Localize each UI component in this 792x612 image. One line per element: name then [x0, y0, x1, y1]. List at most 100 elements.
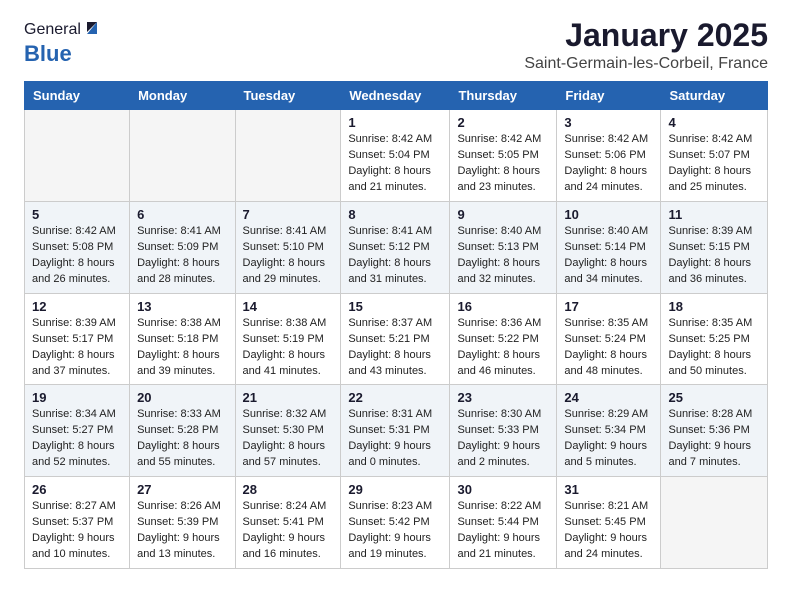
day-number: 28 — [243, 482, 334, 497]
calendar-day-cell — [661, 477, 768, 569]
day-number: 26 — [32, 482, 122, 497]
calendar-week-row: 5 Sunrise: 8:42 AMSunset: 5:08 PMDaylight… — [25, 201, 768, 293]
day-info: Sunrise: 8:38 AMSunset: 5:18 PMDaylight:… — [137, 316, 227, 380]
day-number: 2 — [457, 115, 549, 130]
logo-icon — [83, 18, 101, 36]
day-info: Sunrise: 8:30 AMSunset: 5:33 PMDaylight:… — [457, 407, 549, 471]
day-info: Sunrise: 8:31 AMSunset: 5:31 PMDaylight:… — [348, 407, 442, 471]
calendar-day-cell: 10Sunrise: 8:40 AMSunset: 5:14 PMDayligh… — [557, 201, 661, 293]
calendar-week-row: 1 Sunrise: 8:42 AMSunset: 5:04 PMDaylight… — [25, 110, 768, 202]
day-info: Sunrise: 8:26 AMSunset: 5:39 PMDaylight:… — [137, 499, 227, 563]
day-number: 11 — [668, 207, 760, 222]
calendar-day-cell — [235, 110, 341, 202]
page: General Blue January 2025 Saint-Germain-… — [0, 0, 792, 587]
day-number: 17 — [564, 299, 653, 314]
day-number: 29 — [348, 482, 442, 497]
calendar-week-row: 12 Sunrise: 8:39 AMSunset: 5:17 PMDayligh… — [25, 293, 768, 385]
day-number: 7 — [243, 207, 334, 222]
calendar-day-cell: 20Sunrise: 8:33 AMSunset: 5:28 PMDayligh… — [130, 385, 235, 477]
day-info: Sunrise: 8:38 AMSunset: 5:19 PMDaylight:… — [243, 316, 334, 380]
day-number: 9 — [457, 207, 549, 222]
day-number: 31 — [564, 482, 653, 497]
day-info: Sunrise: 8:42 AMSunset: 5:06 PMDaylight:… — [564, 132, 653, 196]
calendar-day-cell: 16Sunrise: 8:36 AMSunset: 5:22 PMDayligh… — [450, 293, 557, 385]
calendar-day-cell: 7 Sunrise: 8:41 AMSunset: 5:10 PMDaylight… — [235, 201, 341, 293]
header-tuesday: Tuesday — [235, 82, 341, 110]
day-info: Sunrise: 8:22 AMSunset: 5:44 PMDaylight:… — [457, 499, 549, 563]
calendar-day-cell: 17 Sunrise: 8:35 AMSunset: 5:24 PMDayligh… — [557, 293, 661, 385]
calendar-day-cell: 21 Sunrise: 8:32 AMSunset: 5:30 PMDayligh… — [235, 385, 341, 477]
calendar-day-cell: 2 Sunrise: 8:42 AMSunset: 5:05 PMDaylight… — [450, 110, 557, 202]
day-info: Sunrise: 8:42 AMSunset: 5:05 PMDaylight:… — [457, 132, 549, 196]
day-number: 21 — [243, 390, 334, 405]
calendar-day-cell: 28Sunrise: 8:24 AMSunset: 5:41 PMDayligh… — [235, 477, 341, 569]
day-info: Sunrise: 8:28 AMSunset: 5:36 PMDaylight:… — [668, 407, 760, 471]
calendar-day-cell: 18 Sunrise: 8:35 AMSunset: 5:25 PMDayligh… — [661, 293, 768, 385]
calendar-day-cell: 5 Sunrise: 8:42 AMSunset: 5:08 PMDaylight… — [25, 201, 130, 293]
day-info: Sunrise: 8:23 AMSunset: 5:42 PMDaylight:… — [348, 499, 442, 563]
logo: General Blue — [24, 18, 101, 67]
day-info: Sunrise: 8:42 AMSunset: 5:04 PMDaylight:… — [348, 132, 442, 196]
header-saturday: Saturday — [661, 82, 768, 110]
header-thursday: Thursday — [450, 82, 557, 110]
calendar-day-cell: 25Sunrise: 8:28 AMSunset: 5:36 PMDayligh… — [661, 385, 768, 477]
day-info: Sunrise: 8:32 AMSunset: 5:30 PMDaylight:… — [243, 407, 334, 471]
calendar-day-cell: 13 Sunrise: 8:38 AMSunset: 5:18 PMDayligh… — [130, 293, 235, 385]
calendar-table: Sunday Monday Tuesday Wednesday Thursday… — [24, 81, 768, 569]
logo-blue-text: Blue — [24, 41, 72, 66]
day-number: 27 — [137, 482, 227, 497]
day-number: 6 — [137, 207, 227, 222]
day-number: 20 — [137, 390, 227, 405]
day-info: Sunrise: 8:34 AMSunset: 5:27 PMDaylight:… — [32, 407, 122, 471]
header-wednesday: Wednesday — [341, 82, 450, 110]
day-info: Sunrise: 8:35 AMSunset: 5:25 PMDaylight:… — [668, 316, 760, 380]
day-info: Sunrise: 8:42 AMSunset: 5:07 PMDaylight:… — [668, 132, 760, 196]
calendar-day-cell — [130, 110, 235, 202]
day-info: Sunrise: 8:40 AMSunset: 5:13 PMDaylight:… — [457, 224, 549, 288]
day-number: 30 — [457, 482, 549, 497]
calendar-day-cell: 29 Sunrise: 8:23 AMSunset: 5:42 PMDayligh… — [341, 477, 450, 569]
day-info: Sunrise: 8:41 AMSunset: 5:10 PMDaylight:… — [243, 224, 334, 288]
calendar-day-cell: 14Sunrise: 8:38 AMSunset: 5:19 PMDayligh… — [235, 293, 341, 385]
calendar-day-cell: 8 Sunrise: 8:41 AMSunset: 5:12 PMDaylight… — [341, 201, 450, 293]
day-info: Sunrise: 8:40 AMSunset: 5:14 PMDaylight:… — [564, 224, 653, 288]
calendar-day-cell: 9 Sunrise: 8:40 AMSunset: 5:13 PMDaylight… — [450, 201, 557, 293]
calendar-day-cell: 11 Sunrise: 8:39 AMSunset: 5:15 PMDayligh… — [661, 201, 768, 293]
calendar-day-cell: 23Sunrise: 8:30 AMSunset: 5:33 PMDayligh… — [450, 385, 557, 477]
calendar-day-cell: 4 Sunrise: 8:42 AMSunset: 5:07 PMDaylight… — [661, 110, 768, 202]
day-info: Sunrise: 8:41 AMSunset: 5:09 PMDaylight:… — [137, 224, 227, 288]
day-info: Sunrise: 8:42 AMSunset: 5:08 PMDaylight:… — [32, 224, 122, 288]
calendar-day-cell: 26Sunrise: 8:27 AMSunset: 5:37 PMDayligh… — [25, 477, 130, 569]
day-number: 16 — [457, 299, 549, 314]
page-subtitle: Saint-Germain-les-Corbeil, France — [524, 55, 768, 73]
day-info: Sunrise: 8:39 AMSunset: 5:17 PMDaylight:… — [32, 316, 122, 380]
calendar-day-cell: 1 Sunrise: 8:42 AMSunset: 5:04 PMDaylight… — [341, 110, 450, 202]
calendar-day-cell — [25, 110, 130, 202]
day-number: 22 — [348, 390, 442, 405]
day-number: 24 — [564, 390, 653, 405]
day-number: 12 — [32, 299, 122, 314]
day-info: Sunrise: 8:35 AMSunset: 5:24 PMDaylight:… — [564, 316, 653, 380]
day-info: Sunrise: 8:39 AMSunset: 5:15 PMDaylight:… — [668, 224, 760, 288]
calendar-day-cell: 30 Sunrise: 8:22 AMSunset: 5:44 PMDayligh… — [450, 477, 557, 569]
day-number: 8 — [348, 207, 442, 222]
header-friday: Friday — [557, 82, 661, 110]
calendar-week-row: 19Sunrise: 8:34 AMSunset: 5:27 PMDayligh… — [25, 385, 768, 477]
day-number: 18 — [668, 299, 760, 314]
day-number: 3 — [564, 115, 653, 130]
calendar-week-row: 26Sunrise: 8:27 AMSunset: 5:37 PMDayligh… — [25, 477, 768, 569]
calendar-day-cell: 3 Sunrise: 8:42 AMSunset: 5:06 PMDaylight… — [557, 110, 661, 202]
day-info: Sunrise: 8:41 AMSunset: 5:12 PMDaylight:… — [348, 224, 442, 288]
calendar-day-cell: 24Sunrise: 8:29 AMSunset: 5:34 PMDayligh… — [557, 385, 661, 477]
calendar-day-cell: 12 Sunrise: 8:39 AMSunset: 5:17 PMDayligh… — [25, 293, 130, 385]
day-number: 1 — [348, 115, 442, 130]
day-number: 5 — [32, 207, 122, 222]
header-sunday: Sunday — [25, 82, 130, 110]
day-number: 13 — [137, 299, 227, 314]
day-number: 4 — [668, 115, 760, 130]
logo-general-text: General — [24, 21, 81, 39]
calendar-day-cell: 22 Sunrise: 8:31 AMSunset: 5:31 PMDayligh… — [341, 385, 450, 477]
day-number: 15 — [348, 299, 442, 314]
day-info: Sunrise: 8:37 AMSunset: 5:21 PMDaylight:… — [348, 316, 442, 380]
calendar-day-cell: 31Sunrise: 8:21 AMSunset: 5:45 PMDayligh… — [557, 477, 661, 569]
